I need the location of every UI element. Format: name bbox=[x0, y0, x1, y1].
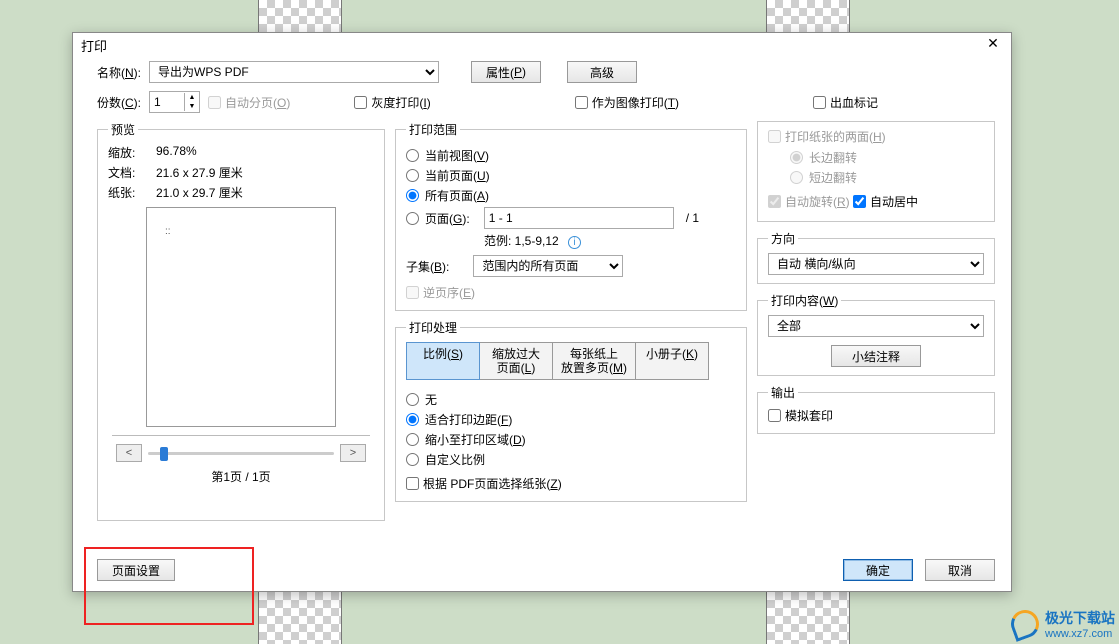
titlebar: 打印 ✕ bbox=[73, 33, 1011, 57]
page-status: 第1页 / 1页 bbox=[108, 468, 374, 485]
subset-select[interactable]: 范围内的所有页面 bbox=[473, 255, 623, 277]
preview-fieldset: 预览 缩放: 96.78% 文档: 21.6 x 27.9 厘米 纸张: 21.… bbox=[97, 121, 385, 521]
paper-label: 纸张: bbox=[108, 184, 156, 201]
pages-label: 页面(G): bbox=[425, 210, 470, 227]
spin-down-icon[interactable]: ▼ bbox=[185, 102, 199, 111]
ok-button[interactable]: 确定 bbox=[843, 559, 913, 581]
watermark-url: www.xz7.com bbox=[1045, 628, 1115, 640]
opt-custom[interactable]: 自定义比例 bbox=[406, 451, 736, 468]
range-legend: 打印范围 bbox=[406, 121, 460, 138]
output-legend: 输出 bbox=[768, 384, 798, 401]
prev-page-button[interactable]: < bbox=[116, 444, 142, 462]
short-edge-radio: 短边翻转 bbox=[790, 169, 984, 186]
pages-total: / 1 bbox=[686, 211, 699, 225]
cancel-button[interactable]: 取消 bbox=[925, 559, 995, 581]
bleed-checkbox[interactable]: 出血标记 bbox=[813, 94, 878, 111]
copies-input[interactable] bbox=[150, 92, 184, 112]
properties-button[interactable]: 属性(P) bbox=[471, 61, 541, 83]
range-pages-radio[interactable] bbox=[406, 212, 419, 225]
orientation-select[interactable]: 自动 横向/纵向 bbox=[768, 253, 984, 275]
doc-label: 文档: bbox=[108, 164, 156, 181]
advanced-button[interactable]: 高级 bbox=[567, 61, 637, 83]
opt-none[interactable]: 无 bbox=[406, 391, 736, 408]
content-legend: 打印内容(W) bbox=[768, 292, 841, 309]
printer-select[interactable]: 导出为WPS PDF bbox=[149, 61, 439, 83]
spin-up-icon[interactable]: ▲ bbox=[185, 93, 199, 102]
preview-pager: < > bbox=[108, 444, 374, 462]
print-dialog: 打印 ✕ 名称(N): 导出为WPS PDF 属性(P) 高级 份数(C): ▲… bbox=[72, 32, 1012, 592]
preview-info: 缩放: 96.78% 文档: 21.6 x 27.9 厘米 纸张: 21.0 x… bbox=[108, 144, 374, 201]
watermark-logo-icon bbox=[1007, 606, 1043, 642]
auto-rotate-checkbox: 自动旋转(R) bbox=[768, 193, 850, 210]
paper-value: 21.0 x 29.7 厘米 bbox=[156, 184, 374, 201]
zoom-label: 缩放: bbox=[108, 144, 156, 161]
content-fieldset: 打印内容(W) 全部 小结注释 bbox=[757, 292, 995, 376]
preview-legend: 预览 bbox=[108, 121, 138, 138]
dialog-footer: 页面设置 确定 取消 bbox=[73, 551, 1011, 591]
next-page-button[interactable]: > bbox=[340, 444, 366, 462]
range-example-row: 范例: 1,5-9,12 i bbox=[484, 232, 736, 249]
preview-thumbnail: :: bbox=[146, 207, 336, 427]
orientation-legend: 方向 bbox=[768, 230, 798, 247]
as-image-checkbox[interactable]: 作为图像打印(T) bbox=[575, 94, 679, 111]
grayscale-checkbox[interactable]: 灰度打印(I) bbox=[354, 94, 430, 111]
simulate-checkbox[interactable]: 模拟套印 bbox=[768, 407, 833, 424]
opt-fit[interactable]: 适合打印边距(F) bbox=[406, 411, 736, 428]
handling-legend: 打印处理 bbox=[406, 319, 460, 336]
auto-center-checkbox[interactable]: 自动居中 bbox=[853, 193, 918, 210]
handling-tabs: 比例(S) 缩放过大页面(L) 每张纸上放置多页(M) 小册子(K) bbox=[406, 342, 736, 380]
tab-booklet[interactable]: 小册子(K) bbox=[635, 342, 709, 380]
watermark-title: 极光下载站 bbox=[1045, 608, 1115, 628]
doc-value: 21.6 x 27.9 厘米 bbox=[156, 164, 374, 181]
summary-button[interactable]: 小结注释 bbox=[831, 345, 921, 367]
duplex-checkbox: 打印纸张的两面(H) bbox=[768, 128, 886, 145]
reverse-checkbox: 逆页序(E) bbox=[406, 284, 475, 301]
range-current-view[interactable]: 当前视图(V) bbox=[406, 147, 736, 164]
name-label: 名称(N): bbox=[97, 64, 141, 81]
tab-scale[interactable]: 比例(S) bbox=[406, 342, 480, 380]
preview-divider bbox=[112, 435, 370, 436]
range-example: 范例: 1,5-9,12 bbox=[484, 234, 559, 248]
duplex-fieldset: 打印纸张的两面(H) 长边翻转 短边翻转 自动旋转(R) 自动居中 bbox=[757, 121, 995, 222]
slider-thumb[interactable] bbox=[160, 447, 168, 461]
tab-multi[interactable]: 每张纸上放置多页(M) bbox=[552, 342, 636, 380]
tab-large[interactable]: 缩放过大页面(L) bbox=[479, 342, 553, 380]
choose-by-pdf-checkbox[interactable]: 根据 PDF页面选择纸张(Z) bbox=[406, 475, 562, 492]
content-select[interactable]: 全部 bbox=[768, 315, 984, 337]
range-all-pages[interactable]: 所有页面(A) bbox=[406, 187, 736, 204]
pages-input[interactable] bbox=[484, 207, 674, 229]
close-icon[interactable]: ✕ bbox=[983, 35, 1003, 55]
range-current-page[interactable]: 当前页面(U) bbox=[406, 167, 736, 184]
copies-spinner[interactable]: ▲ ▼ bbox=[149, 91, 200, 113]
info-icon[interactable]: i bbox=[568, 236, 581, 249]
dialog-title: 打印 bbox=[81, 36, 107, 55]
collate-checkbox: 自动分页(O) bbox=[208, 94, 290, 111]
subset-row: 子集(B): 范围内的所有页面 bbox=[406, 255, 736, 277]
watermark: 极光下载站 www.xz7.com bbox=[1011, 608, 1115, 640]
subset-label: 子集(B): bbox=[406, 258, 449, 275]
page-slider[interactable] bbox=[148, 452, 334, 455]
copies-label: 份数(C): bbox=[97, 94, 141, 111]
opt-shrink[interactable]: 缩小至打印区域(D) bbox=[406, 431, 736, 448]
long-edge-radio: 长边翻转 bbox=[790, 149, 984, 166]
range-fieldset: 打印范围 当前视图(V) 当前页面(U) 所有页面(A) 页面(G): / 1 bbox=[395, 121, 747, 311]
range-pages-row: 页面(G): / 1 bbox=[406, 207, 736, 229]
zoom-value: 96.78% bbox=[156, 144, 374, 161]
page-setup-button[interactable]: 页面设置 bbox=[97, 559, 175, 581]
handling-fieldset: 打印处理 比例(S) 缩放过大页面(L) 每张纸上放置多页(M) 小册子(K) … bbox=[395, 319, 747, 502]
orientation-fieldset: 方向 自动 横向/纵向 bbox=[757, 230, 995, 284]
output-fieldset: 输出 模拟套印 bbox=[757, 384, 995, 434]
